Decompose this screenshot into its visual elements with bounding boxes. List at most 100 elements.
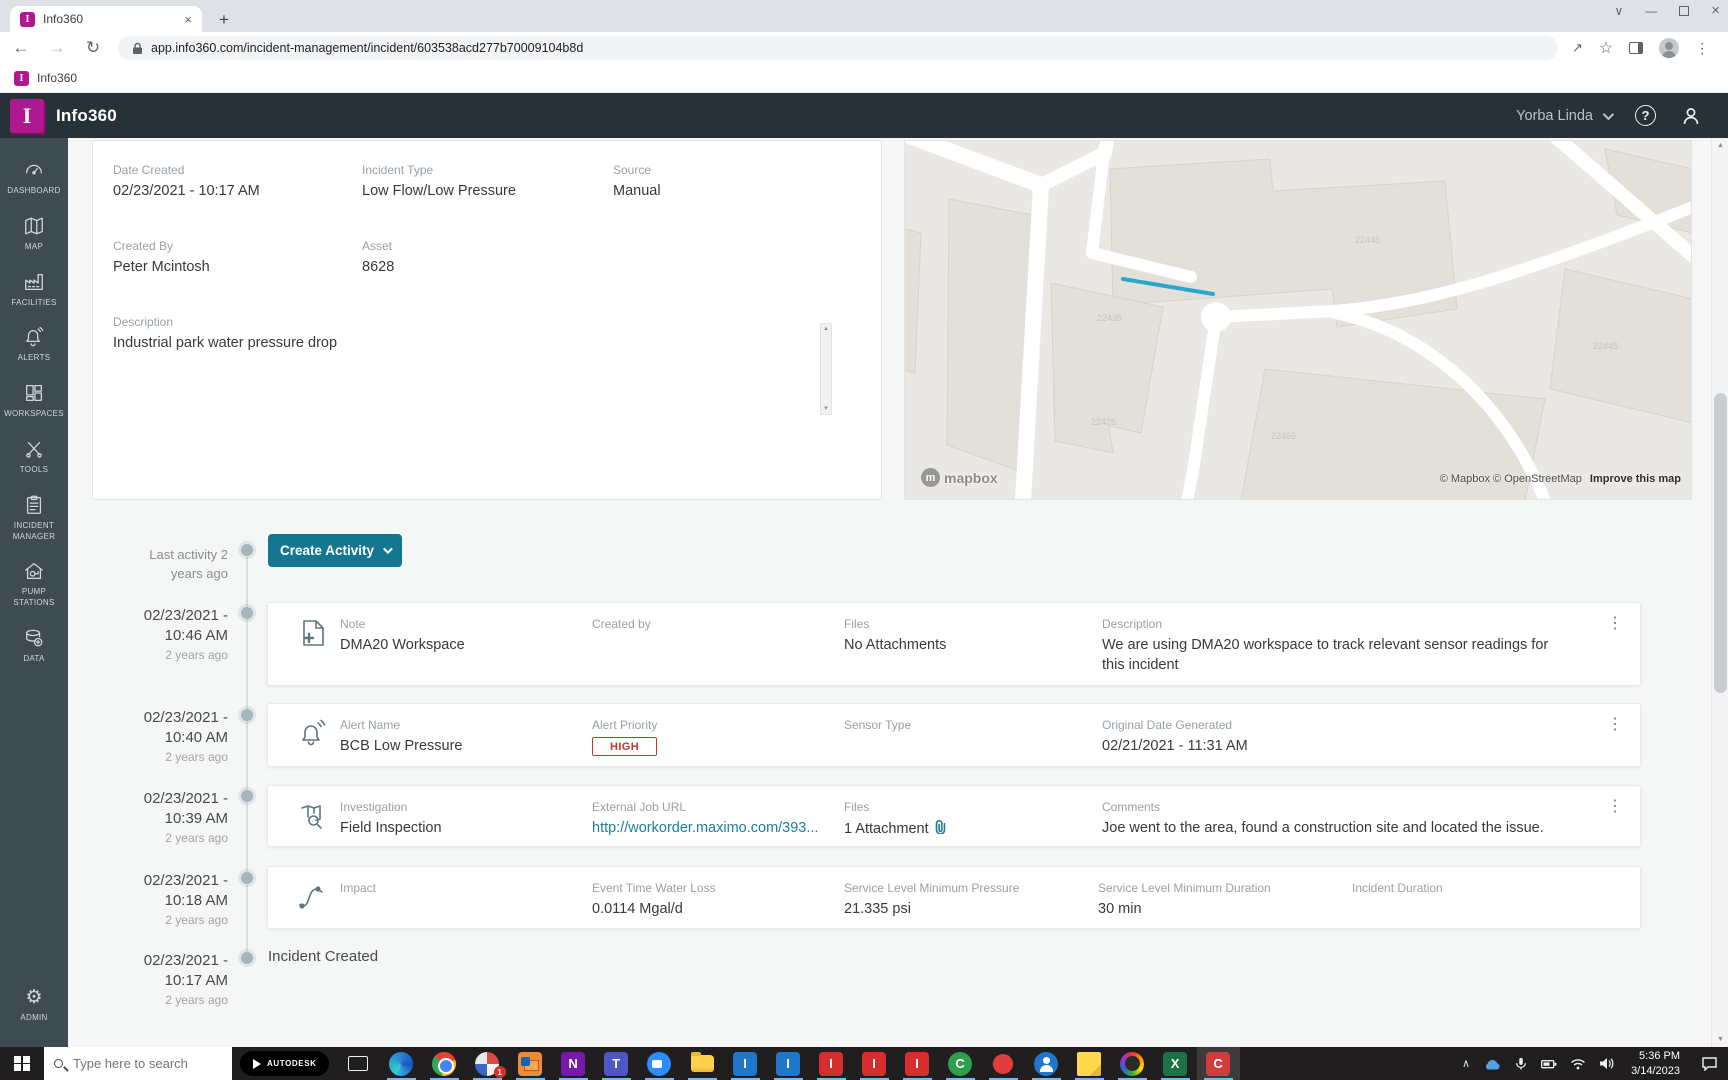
sidebar-label: INCIDENT MANAGER — [12, 520, 56, 541]
page-scrollbar[interactable]: ▲ ▼ — [1711, 138, 1728, 1047]
taskbar-app-task-view[interactable] — [337, 1047, 380, 1080]
field-label: Asset — [362, 239, 393, 253]
card-field: Impact — [340, 881, 377, 895]
mapbox-logo[interactable]: m mapbox — [921, 468, 998, 487]
bookmark-star-icon[interactable]: ☆ — [1599, 38, 1613, 58]
taskbar-app-camtasia[interactable]: C — [1196, 1047, 1240, 1080]
taskbar-app-adobe-cc[interactable] — [1111, 1047, 1154, 1080]
taskbar-app-notifications[interactable]: 1 — [466, 1047, 509, 1080]
tray-clock[interactable]: 5:36 PM 3/14/2023 — [1631, 1049, 1680, 1078]
card-menu-icon[interactable]: ⋮ — [1602, 616, 1628, 632]
taskbar-app-info360-red-2[interactable]: I — [853, 1047, 896, 1080]
autodesk-button[interactable]: AUTODESK — [240, 1051, 329, 1076]
sidebar-item-workspaces[interactable]: WORKSPACES — [0, 373, 68, 429]
field-label: Date Created — [113, 163, 185, 177]
taskbar-app-info360-red-1[interactable]: I — [810, 1047, 853, 1080]
volume-icon[interactable] — [1599, 1057, 1614, 1070]
browser-tab[interactable]: I Info360 × — [10, 6, 202, 32]
taskbar-app-edge[interactable] — [380, 1047, 423, 1080]
url-bar[interactable]: app.info360.com/incident-management/inci… — [118, 36, 1558, 60]
taskbar-app-info360-red-3[interactable]: I — [896, 1047, 939, 1080]
mapbox-logo-icon: m — [921, 468, 940, 487]
improve-map-link[interactable]: Improve this map — [1590, 473, 1681, 485]
sidebar-item-tools[interactable]: TOOLS — [0, 429, 68, 485]
sidebar-item-map[interactable]: MAP — [0, 206, 68, 262]
bookmarks-bar: I Info360 — [0, 64, 1728, 93]
sidebar-item-pump-stations[interactable]: PUMP STATIONS — [0, 551, 68, 618]
excel-icon: X — [1163, 1051, 1188, 1076]
user-icon[interactable] — [1680, 105, 1702, 127]
taskbar-app-camtasia-green[interactable]: C — [939, 1047, 982, 1080]
taskbar-app-onenote[interactable]: N — [552, 1047, 595, 1080]
card-field: Comments Joe went to the area, found a c… — [1102, 800, 1544, 836]
window-close-icon[interactable]: × — [1711, 2, 1720, 19]
tray-chevron-up-icon[interactable]: ∧ — [1462, 1057, 1470, 1070]
sidebar-item-alerts[interactable]: ALERTS — [0, 317, 68, 373]
scrollbar-down-icon[interactable]: ▼ — [1712, 1036, 1728, 1043]
card-menu-icon[interactable]: ⋮ — [1602, 717, 1628, 733]
tab-close-icon[interactable]: × — [184, 12, 192, 27]
location-dropdown[interactable]: Yorba Linda — [1516, 108, 1615, 124]
taskbar-app-file-explorer[interactable] — [681, 1047, 724, 1080]
back-icon[interactable]: ← — [10, 38, 32, 58]
help-icon[interactable]: ? — [1635, 105, 1656, 126]
taskbar-app-info360-blue-2[interactable]: I — [767, 1047, 810, 1080]
forward-icon[interactable]: → — [46, 38, 68, 58]
tray-time: 5:36 PM — [1639, 1050, 1680, 1063]
bookmark-info360[interactable]: Info360 — [37, 71, 77, 85]
sidebar-item-dashboard[interactable]: DASHBOARD — [0, 150, 68, 206]
maximize-icon[interactable] — [1679, 5, 1690, 16]
onedrive-icon[interactable] — [1483, 1058, 1501, 1070]
taskbar-app-contacts[interactable] — [1025, 1047, 1068, 1080]
bookmark-favicon-icon: I — [14, 70, 29, 86]
card-field: Note DMA20 Workspace — [340, 617, 465, 653]
camtasia-green-icon: C — [948, 1051, 973, 1076]
description-scrollbar[interactable]: ▲ ▼ — [820, 323, 832, 415]
taskbar-app-sticky-notes[interactable] — [1068, 1047, 1111, 1080]
incident-map[interactable]: 22448 22435 22425 22465 22445 m mapbox ©… — [904, 140, 1692, 500]
external-job-url-link[interactable]: http://workorder.maximo.com/393... — [592, 819, 844, 839]
outlook-icon — [518, 1051, 543, 1076]
attachment-link[interactable]: 1 Attachment — [844, 819, 947, 841]
tab-search-icon[interactable]: ∨ — [1614, 4, 1623, 18]
taskbar-app-recorder[interactable] — [982, 1047, 1025, 1080]
action-center-icon[interactable] — [1701, 1056, 1718, 1071]
browser-menu-icon[interactable]: ⋮ — [1695, 40, 1709, 57]
sidebar-item-incident-manager[interactable]: INCIDENT MANAGER — [0, 485, 68, 552]
taskbar: AUTODESK 1 N T I I I I I C X C ∧ — [0, 1047, 1728, 1080]
minimize-icon[interactable]: — — [1645, 4, 1657, 18]
taskbar-app-teams[interactable]: T — [595, 1047, 638, 1080]
scroll-up-icon[interactable]: ▲ — [823, 326, 829, 332]
profile-avatar[interactable] — [1659, 38, 1680, 58]
side-panel-icon[interactable] — [1629, 42, 1644, 54]
search-input[interactable] — [71, 1055, 211, 1072]
sidebar-item-facilities[interactable]: FACILITIES — [0, 262, 68, 318]
taskbar-app-excel[interactable]: X — [1154, 1047, 1197, 1080]
scroll-down-icon[interactable]: ▼ — [823, 406, 829, 412]
field-description[interactable]: Description Industrial park water pressu… — [113, 315, 821, 354]
edge-icon — [389, 1051, 414, 1076]
microphone-icon[interactable] — [1514, 1056, 1528, 1071]
taskbar-app-zoom[interactable] — [638, 1047, 681, 1080]
sidebar-label: WORKSPACES — [4, 409, 64, 419]
taskbar-app-outlook[interactable] — [509, 1047, 552, 1080]
taskbar-search[interactable] — [44, 1047, 232, 1080]
scrollbar-up-icon[interactable]: ▲ — [1712, 142, 1728, 149]
battery-icon[interactable] — [1541, 1058, 1557, 1070]
taskbar-app-chrome[interactable] — [423, 1047, 466, 1080]
share-icon[interactable]: ↗ — [1572, 40, 1583, 56]
taskbar-app-info360-blue-1[interactable]: I — [724, 1047, 767, 1080]
card-menu-icon[interactable]: ⋮ — [1602, 799, 1628, 815]
sidebar-item-data[interactable]: DATA — [0, 618, 68, 674]
field-value: Peter Mcintosh — [113, 259, 210, 275]
reload-icon[interactable]: ↻ — [82, 38, 104, 58]
create-activity-button[interactable]: Create Activity — [268, 534, 402, 567]
new-tab-button[interactable]: + — [212, 8, 236, 32]
wifi-icon[interactable] — [1570, 1058, 1586, 1070]
scrollbar-thumb[interactable] — [1714, 393, 1727, 693]
autodesk-label: AUTODESK — [267, 1059, 317, 1068]
sidebar-item-admin[interactable]: ⚙ ADMIN — [0, 979, 68, 1033]
map-attribution-text: © Mapbox © OpenStreetMap — [1439, 473, 1582, 485]
gauge-icon — [26, 164, 42, 175]
start-button[interactable] — [0, 1047, 44, 1080]
